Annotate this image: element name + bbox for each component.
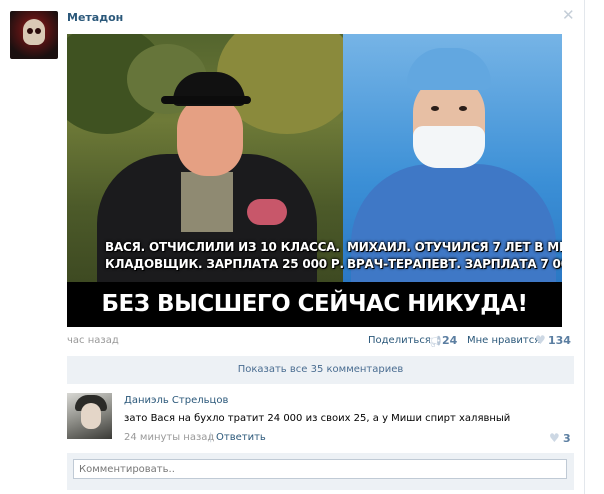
- comment-text: зато Вася на бухло тратит 24 000 из свои…: [124, 413, 511, 424]
- megaphone-icon[interactable]: 📢︎: [428, 335, 442, 348]
- share-count: 24: [442, 334, 458, 347]
- commenter-avatar[interactable]: [67, 393, 112, 439]
- comment-separator: |: [209, 432, 213, 443]
- man-cap-brim: [161, 96, 251, 104]
- commenter-face: [81, 403, 101, 429]
- comment-timestamp[interactable]: 24 минуты назад: [124, 432, 214, 443]
- comment-composer: [67, 453, 574, 490]
- right-caption-line: ВРАЧ-ТЕРАПЕВТ. ЗАРПЛАТА 7 000 Р: [347, 257, 562, 271]
- doctor-face-mask: [413, 126, 485, 168]
- left-caption-line: ВАСЯ. ОТЧИСЛИЛИ ИЗ 10 КЛАССА.: [105, 240, 340, 254]
- like-button[interactable]: Мне нравится: [467, 335, 540, 346]
- heart-icon[interactable]: ♥: [549, 431, 560, 445]
- doctor-surgical-cap: [407, 48, 491, 90]
- man-face: [177, 96, 243, 176]
- man-hand-with-food: [247, 199, 287, 225]
- wall-post: Метадон ✕ ВАСЯ. ОТЧИСЛИЛИ ИЗ 10 КЛАССА. …: [0, 0, 604, 494]
- doctor-eye: [459, 106, 467, 111]
- left-caption-line: КЛАДОВЩИК. ЗАРПЛАТА 25 000 Р.: [105, 257, 344, 271]
- skull-eye: [35, 28, 41, 34]
- right-caption: МИХАИЛ. ОТУЧИЛСЯ 7 ЛЕТ В МЕДЕ. ВРАЧ-ТЕРА…: [347, 239, 562, 273]
- heart-icon[interactable]: ♥: [535, 333, 546, 347]
- show-all-comments-button[interactable]: Показать все 35 комментариев: [67, 356, 574, 384]
- right-caption-line: МИХАИЛ. ОТУЧИЛСЯ 7 ЛЕТ В МЕДЕ.: [347, 240, 562, 254]
- post-timestamp[interactable]: час назад: [67, 335, 119, 346]
- doctor-eye: [431, 106, 439, 111]
- man-shirt: [181, 172, 233, 232]
- comment-input[interactable]: [73, 459, 567, 479]
- author-avatar[interactable]: [10, 11, 58, 59]
- comment-like-count: 3: [563, 432, 571, 445]
- like-count: 134: [548, 334, 571, 347]
- skull-eye: [27, 28, 33, 34]
- post-image[interactable]: ВАСЯ. ОТЧИСЛИЛИ ИЗ 10 КЛАССА. КЛАДОВЩИК.…: [67, 34, 562, 327]
- comment-author-link[interactable]: Даниэль Стрельцов: [124, 395, 228, 406]
- reply-button[interactable]: Ответить: [216, 432, 266, 443]
- left-caption: ВАСЯ. ОТЧИСЛИЛИ ИЗ 10 КЛАССА. КЛАДОВЩИК.…: [105, 239, 344, 273]
- share-button[interactable]: Поделиться: [368, 335, 431, 346]
- post-author-link[interactable]: Метадон: [67, 11, 123, 24]
- meme-banner-text: БЕЗ ВЫСШЕГО СЕЙЧАС НИКУДА!: [67, 282, 562, 327]
- column-divider: [584, 0, 585, 494]
- close-icon[interactable]: ✕: [562, 8, 575, 23]
